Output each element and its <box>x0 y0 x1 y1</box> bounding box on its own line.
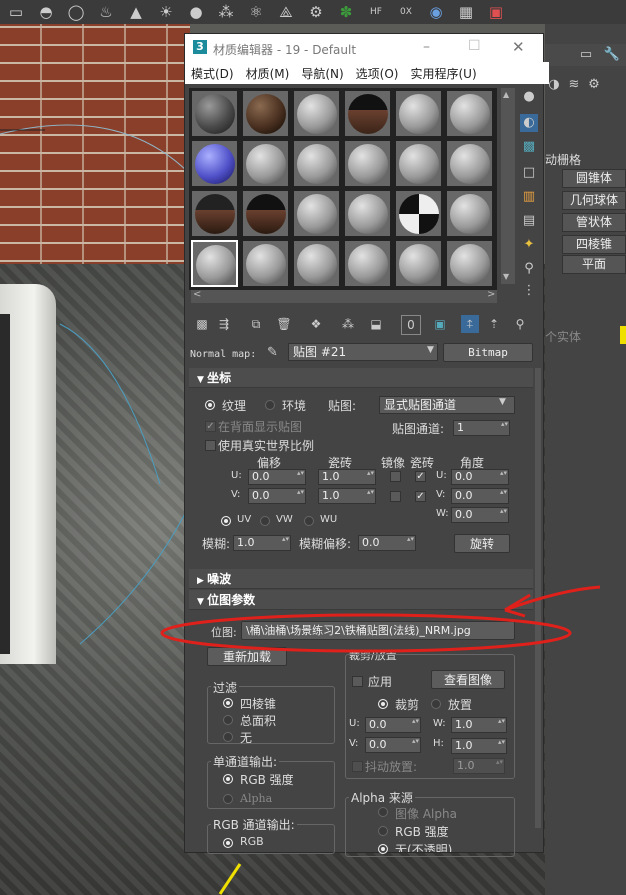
annotation-arrow-shaft <box>504 585 601 612</box>
annotation-overlay <box>160 585 601 653</box>
annotation-ellipse <box>160 613 572 653</box>
